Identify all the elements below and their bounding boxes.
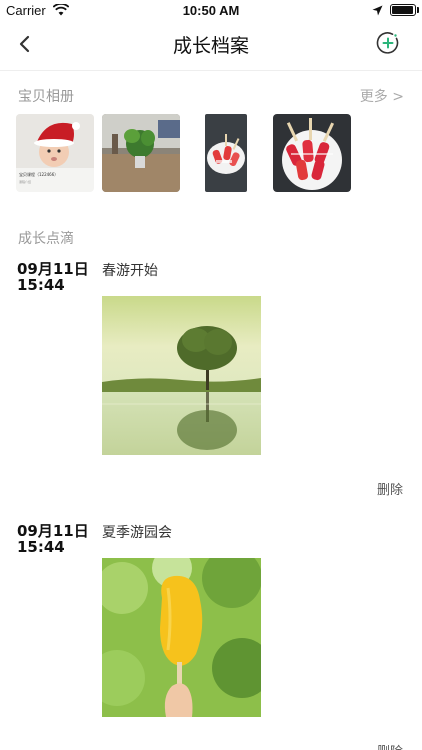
status-bar: Carrier 10:50 AM — [0, 0, 422, 22]
plus-circle-icon[interactable] — [376, 31, 400, 55]
album-section-title: 宝贝相册 — [18, 89, 74, 105]
entry-time: 15:44 — [17, 276, 65, 294]
entry-title: 春游开始 — [102, 263, 158, 279]
page-title: 成长档案 — [172, 35, 249, 57]
album-photo-baby[interactable]: 宝贝课程（122466） 课程介绍 — [16, 114, 94, 192]
battery-cap — [417, 7, 419, 13]
entry-date: 09月11日 — [17, 260, 89, 278]
album-more-link[interactable]: 更多 > — [360, 86, 404, 106]
album-photo-subcaption: 课程介绍 — [19, 180, 32, 184]
album-photo-popsicles-bowl[interactable] — [273, 114, 351, 192]
entry-photo-mango-popsicle[interactable] — [102, 558, 261, 717]
location-arrow-icon — [372, 5, 383, 16]
nav-divider — [0, 70, 422, 71]
entry-time: 15:44 — [17, 538, 65, 556]
album-photo-caption: 宝贝课程（122466） — [19, 172, 59, 177]
status-time: 10:50 AM — [182, 3, 240, 18]
battery-icon — [390, 4, 416, 16]
entry-photo-tree[interactable] — [102, 296, 261, 455]
album-photo-popsicles-narrow[interactable] — [205, 114, 247, 192]
delete-button[interactable]: 删除 — [377, 479, 403, 498]
nav-bar: 成长档案 — [0, 22, 422, 66]
album-photo-office[interactable] — [102, 114, 180, 192]
delete-button[interactable]: 删除 — [377, 741, 403, 750]
entry-date: 09月11日 — [17, 522, 89, 540]
entry-title: 夏季游园会 — [102, 525, 172, 541]
timeline-section-title: 成长点滴 — [18, 231, 74, 247]
